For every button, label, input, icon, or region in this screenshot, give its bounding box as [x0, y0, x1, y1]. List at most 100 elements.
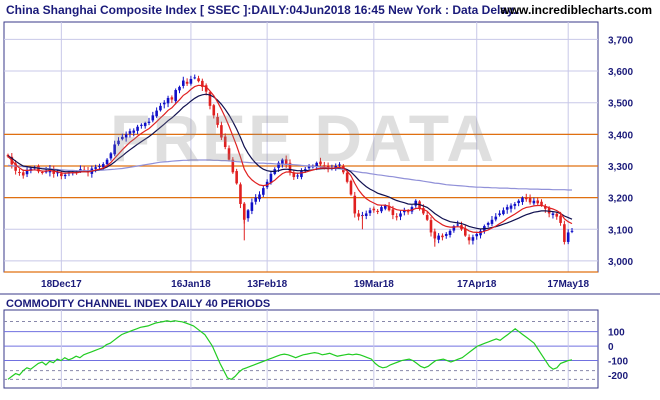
price-x-tick-label: 17Apr18 — [457, 279, 497, 290]
price-panel-frame — [3, 21, 599, 273]
candle-body — [406, 211, 410, 213]
price-x-tick-label: 16Jan18 — [171, 279, 211, 290]
price-y-tick-label: 3,400 — [608, 130, 633, 141]
candle-body — [444, 234, 448, 236]
site-link[interactable]: www.incrediblecharts.com — [500, 3, 652, 17]
candle-body — [242, 203, 246, 220]
candle-body — [21, 172, 25, 176]
candle-body — [284, 159, 288, 165]
candle-body — [155, 110, 158, 117]
price-x-tick-label: 18Dec17 — [41, 279, 82, 290]
candle-body — [254, 197, 258, 202]
candle-body — [250, 202, 254, 211]
cci-panel-title: COMMODITY CHANNEL INDEX DAILY 40 PERIODS — [6, 298, 271, 310]
candle-body — [338, 164, 341, 166]
candle-body — [555, 213, 559, 217]
candle-body — [502, 210, 505, 215]
candle-body — [63, 174, 67, 177]
candle-body — [151, 115, 155, 121]
cci-y-tick-label: 100 — [608, 328, 625, 339]
candle-body — [121, 136, 124, 140]
candle-body — [551, 213, 555, 216]
candle-body — [216, 116, 219, 125]
candle-body — [300, 170, 303, 178]
candle-body — [113, 144, 117, 155]
candle-body — [494, 216, 498, 220]
candle-body — [117, 140, 120, 145]
candle-body — [315, 162, 318, 166]
candle-body — [319, 161, 322, 165]
candle-body — [262, 188, 265, 195]
cci-y-tick-label: 0 — [608, 342, 614, 353]
candle-body — [559, 215, 562, 223]
candle-body — [166, 97, 170, 104]
candle-body — [441, 235, 444, 238]
candle-body — [536, 200, 540, 204]
candle-body — [143, 122, 147, 127]
candle-body — [181, 80, 185, 86]
candle-body — [227, 148, 231, 160]
candle-body — [563, 224, 566, 242]
candle-body — [399, 213, 402, 217]
candle-body — [368, 210, 372, 214]
candle-body — [376, 210, 379, 212]
candle-body — [162, 102, 166, 105]
candle-body — [521, 197, 524, 203]
candle-body — [528, 197, 532, 203]
price-y-tick-label: 3,100 — [608, 225, 633, 236]
candle-body — [189, 78, 193, 84]
price-x-tick-label: 13Feb18 — [247, 279, 287, 290]
candle-body — [425, 215, 429, 220]
candle-body — [132, 130, 136, 133]
candle-body — [258, 194, 261, 200]
candle-body — [448, 230, 452, 235]
price-x-tick-label: 19Mar18 — [354, 279, 394, 290]
candle-body — [322, 165, 326, 167]
candle-body — [296, 175, 299, 177]
candle-body — [353, 195, 357, 214]
candle-body — [159, 105, 162, 111]
candle-body — [517, 200, 520, 204]
candle-body — [532, 200, 536, 204]
candle-body — [429, 220, 433, 233]
candle-body — [391, 209, 395, 216]
candle-body — [109, 153, 113, 159]
candle-body — [490, 219, 494, 224]
candle-body — [136, 126, 139, 131]
candle-body — [467, 237, 471, 241]
price-y-axis: 3,000 3,100 3,200 3,300 3,400 3,500 3,600 3,700 — [608, 35, 633, 268]
candle-body — [509, 205, 513, 209]
candle-body — [357, 213, 360, 217]
candle-body — [105, 159, 109, 165]
chart-canvas: 3,000 3,100 3,200 3,300 3,400 3,500 3,600 3,700… — [0, 21, 660, 389]
price-y-tick-label: 3,700 — [608, 35, 633, 46]
candle-body — [147, 121, 151, 123]
candle-body — [197, 78, 200, 82]
candle-body — [18, 172, 21, 173]
candle-body — [170, 97, 174, 100]
candle-body — [185, 81, 189, 84]
candle-body — [239, 184, 242, 204]
candle-body — [94, 167, 97, 169]
candle-body — [524, 197, 528, 200]
candle-body — [570, 230, 574, 232]
candle-body — [223, 136, 227, 147]
candle-body — [437, 235, 440, 240]
candle-body — [98, 165, 101, 167]
candle-body — [395, 216, 399, 218]
candle-body — [124, 134, 128, 138]
price-x-tick-label: 17May18 — [547, 279, 589, 290]
candle-body — [128, 131, 132, 134]
candle-body — [345, 172, 349, 182]
candle-body — [349, 180, 353, 195]
candle-body — [471, 237, 475, 241]
candle-body — [220, 125, 223, 138]
candle-body — [235, 171, 238, 184]
price-y-tick-label: 3,000 — [608, 257, 633, 268]
candle-body — [140, 124, 143, 126]
cci-y-tick-label: -200 — [608, 371, 628, 382]
candle-body — [513, 203, 517, 206]
candle-body — [505, 207, 509, 210]
candle-body — [212, 105, 216, 116]
candle-body — [475, 234, 479, 237]
